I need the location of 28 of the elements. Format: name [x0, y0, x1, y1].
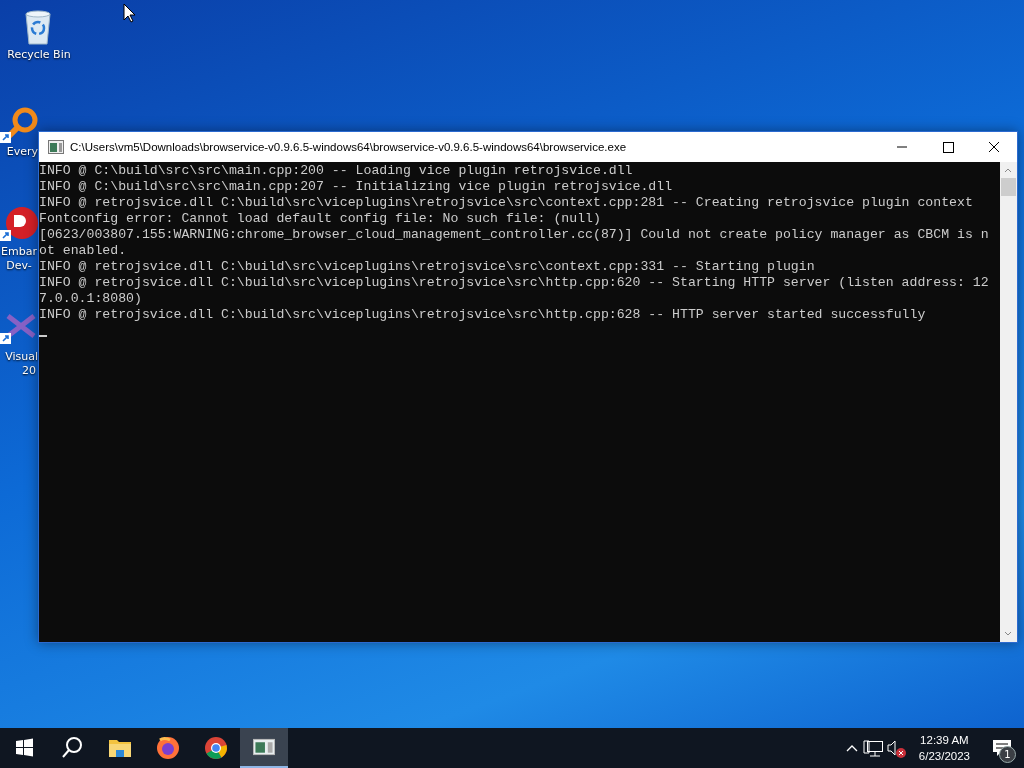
icon-label[interactable]: Recycle Bin	[7, 48, 71, 62]
console-line: 7.0.0.1:8080)	[39, 291, 142, 307]
console-line: [0623/003807.155:WARNING:chrome_browser_cloud_management_controller.cc(87)] Could not create policy manager as CBCM is n	[39, 227, 989, 243]
console-line: ot enabled.	[39, 243, 127, 259]
notification-badge: 1	[999, 746, 1016, 763]
icon-label[interactable]: Visual	[5, 350, 38, 364]
scroll-thumb[interactable]	[1001, 178, 1016, 196]
icon-label[interactable]: Embar	[1, 245, 37, 259]
icon-label[interactable]: 20	[22, 364, 38, 378]
console-app-icon	[48, 140, 64, 154]
console-line: INFO @ retrojsvice.dll C:\build\src\viceplugins\retrojsvice\src\context.cpp:281 -- Creating retrojsvice plugin context	[39, 195, 973, 211]
console-line: INFO @ retrojsvice.dll C:\build\src\viceplugins\retrojsvice\src\http.cpp:628 -- HTTP server started successfully	[39, 307, 926, 323]
notification-button[interactable]: 1	[980, 728, 1024, 768]
clock-time[interactable]: 12:39 AM	[920, 732, 969, 748]
window-title: C:\Users\vm5\Downloads\browservice-v0.9.6.5-windows64\browservice-v0.9.6.5-windows64\browservice.exe	[70, 141, 628, 153]
icon-label[interactable]: Dev-	[6, 259, 32, 273]
text-cursor	[39, 335, 47, 337]
mouse-pointer-icon	[123, 3, 135, 23]
console-line: INFO @ C:\build\src\src\main.cpp:200 -- Loading vice plugin retrojsvice.dll	[39, 163, 633, 179]
console-line: INFO @ retrojsvice.dll C:\build\src\viceplugins\retrojsvice\src\context.cpp:331 -- Starting plugin	[39, 259, 815, 275]
icon-label[interactable]: Every	[6, 145, 38, 159]
clock-date[interactable]: 6/23/2023	[918, 748, 970, 764]
console-line: INFO @ retrojsvice.dll C:\build\src\viceplugins\retrojsvice\src\http.cpp:620 -- Starting HTTP server (listen address: 12	[39, 275, 989, 291]
console-line: Fontconfig error: Cannot load default config file: No such file: (null)	[39, 211, 601, 227]
magnifier-icon[interactable]	[0, 105, 38, 145]
console-app-icon[interactable]	[240, 728, 288, 768]
scrollbar[interactable]	[1000, 162, 1017, 642]
console-line: INFO @ C:\build\src\src\main.cpp:207 -- Initializing vice plugin retrojsvice.dll	[39, 179, 673, 195]
